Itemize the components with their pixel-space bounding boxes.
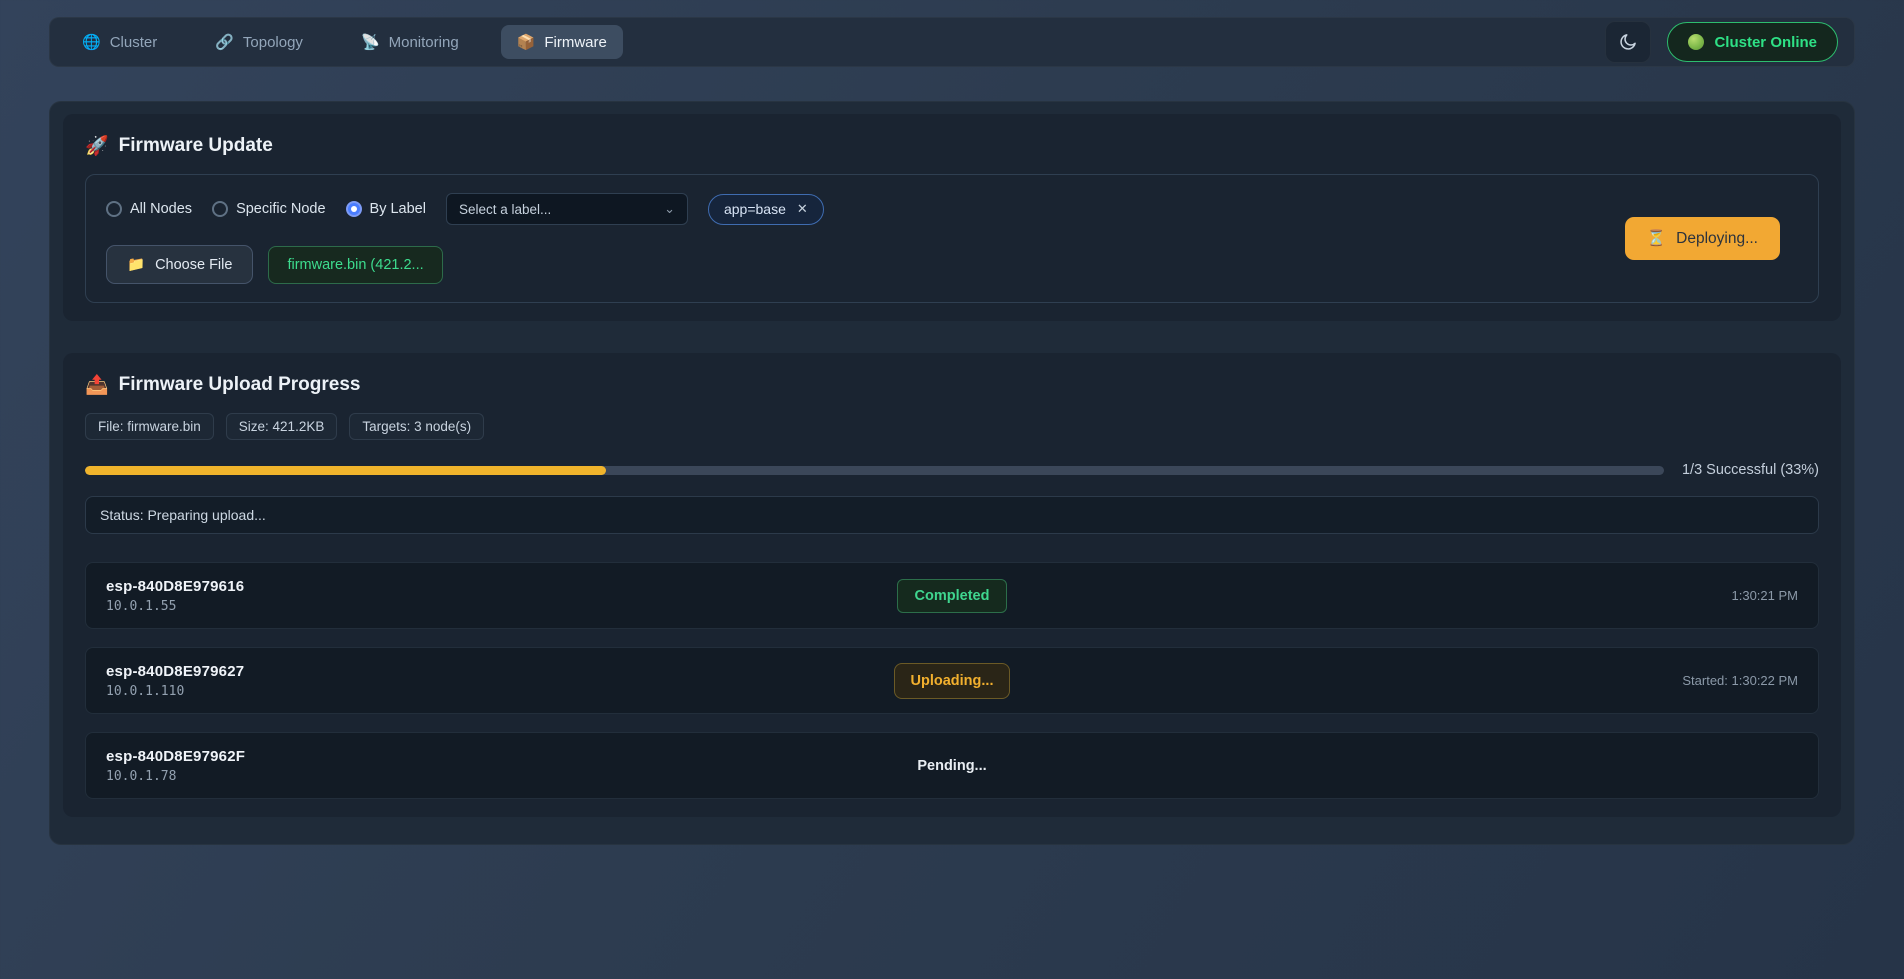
theme-toggle-button[interactable]: [1605, 21, 1651, 63]
globe-icon: 🌐: [82, 33, 101, 51]
main-content: 🚀 Firmware Update All Nodes Specific Nod…: [49, 101, 1855, 845]
progress-bar-fill: [85, 466, 606, 475]
tab-topology-label: Topology: [243, 34, 303, 51]
node-name: esp-840D8E979627: [106, 663, 894, 680]
progress-bar-track: [85, 466, 1664, 475]
tag-close-icon[interactable]: ✕: [797, 201, 808, 217]
firmware-update-controls: All Nodes Specific Node By Label Select …: [106, 193, 824, 284]
status-message-text: Status: Preparing upload...: [100, 507, 266, 523]
label-select-dropdown[interactable]: Select a label... ⌄: [446, 193, 688, 225]
node-name: esp-840D8E979616: [106, 578, 897, 595]
node-ip: 10.0.1.78: [106, 769, 917, 784]
radio-by-label[interactable]: By Label: [346, 201, 426, 217]
tab-topology[interactable]: 🔗 Topology: [199, 25, 319, 59]
firmware-update-card: 🚀 Firmware Update All Nodes Specific Nod…: [63, 114, 1841, 321]
tab-firmware-label: Firmware: [544, 34, 607, 51]
node-timestamp: Started: 1:30:22 PM: [1682, 673, 1798, 688]
label-tag-text: app=base: [724, 201, 786, 217]
radio-specific-node-label: Specific Node: [236, 201, 325, 217]
tab-firmware[interactable]: 📦 Firmware: [501, 25, 623, 59]
node-list: esp-840D8E979616 10.0.1.55 Completed 1:3…: [85, 562, 1819, 799]
deploy-button-label: Deploying...: [1676, 230, 1758, 248]
file-selection-row: 📁 Choose File firmware.bin (421.2...: [106, 245, 824, 284]
firmware-update-title: 🚀 Firmware Update: [85, 134, 1819, 158]
radio-all-nodes[interactable]: All Nodes: [106, 201, 192, 217]
node-row-1: esp-840D8E979616 10.0.1.55 Completed 1:3…: [85, 562, 1819, 629]
upload-progress-title: 📤 Firmware Upload Progress: [85, 373, 1819, 397]
node-ip: 10.0.1.55: [106, 599, 897, 614]
satellite-icon: 📡: [361, 33, 380, 51]
radio-by-label-circle[interactable]: [346, 201, 362, 217]
outbox-icon: 📤: [85, 373, 109, 397]
file-name-badge: File: firmware.bin: [85, 413, 214, 440]
radio-all-nodes-label: All Nodes: [130, 201, 192, 217]
selected-file-chip: firmware.bin (421.2...: [268, 246, 442, 284]
label-select-value: Select a label...: [459, 202, 551, 217]
cluster-status-badge: Cluster Online: [1667, 22, 1838, 62]
choose-file-button[interactable]: 📁 Choose File: [106, 245, 253, 284]
firmware-update-title-text: Firmware Update: [119, 135, 273, 157]
link-icon: 🔗: [215, 33, 234, 51]
radio-all-nodes-circle[interactable]: [106, 201, 122, 217]
deploy-button[interactable]: ⏳ Deploying...: [1625, 217, 1780, 260]
node-3-identity: esp-840D8E97962F 10.0.1.78: [106, 748, 917, 784]
upload-meta-row: File: firmware.bin Size: 421.2KB Targets…: [85, 413, 1819, 440]
node-status-badge: Uploading...: [894, 663, 1011, 699]
hourglass-icon: ⏳: [1647, 229, 1666, 248]
node-1-identity: esp-840D8E979616 10.0.1.55: [106, 578, 897, 614]
node-ip: 10.0.1.110: [106, 684, 894, 699]
choose-file-label: Choose File: [155, 257, 232, 273]
node-2-identity: esp-840D8E979627 10.0.1.110: [106, 663, 894, 699]
top-navbar: 🌐 Cluster 🔗 Topology 📡 Monitoring 📦 Firm…: [49, 17, 1855, 67]
radio-by-label-label: By Label: [370, 201, 426, 217]
tab-cluster-label: Cluster: [110, 34, 158, 51]
online-dot-icon: [1688, 34, 1704, 50]
node-status-text: Pending...: [917, 758, 986, 774]
chevron-down-icon: ⌄: [664, 201, 675, 217]
radio-specific-node-circle[interactable]: [212, 201, 228, 217]
node-row-3: esp-840D8E97962F 10.0.1.78 Pending...: [85, 732, 1819, 799]
tab-monitoring[interactable]: 📡 Monitoring: [345, 25, 475, 59]
progress-row: 1/3 Successful (33%): [85, 462, 1819, 478]
nav-right-group: Cluster Online: [1605, 21, 1838, 63]
radio-specific-node[interactable]: Specific Node: [212, 201, 325, 217]
file-size-badge: Size: 421.2KB: [226, 413, 338, 440]
status-message-box: Status: Preparing upload...: [85, 496, 1819, 534]
cluster-status-label: Cluster Online: [1714, 34, 1817, 51]
folder-icon: 📁: [127, 256, 145, 273]
node-name: esp-840D8E97962F: [106, 748, 917, 765]
label-tag-chip[interactable]: app=base ✕: [708, 194, 824, 225]
targets-count-badge: Targets: 3 node(s): [349, 413, 484, 440]
upload-progress-title-text: Firmware Upload Progress: [119, 374, 361, 396]
tab-monitoring-label: Monitoring: [389, 34, 459, 51]
progress-label: 1/3 Successful (33%): [1682, 462, 1819, 478]
nav-tabs: 🌐 Cluster 🔗 Topology 📡 Monitoring 📦 Firm…: [66, 25, 623, 59]
package-icon: 📦: [517, 33, 536, 51]
node-status-badge: Completed: [897, 579, 1008, 613]
upload-progress-card: 📤 Firmware Upload Progress File: firmwar…: [63, 353, 1841, 817]
tab-cluster[interactable]: 🌐 Cluster: [66, 25, 173, 59]
rocket-icon: 🚀: [85, 134, 109, 158]
node-timestamp: 1:30:21 PM: [1732, 588, 1799, 603]
node-row-2: esp-840D8E979627 10.0.1.110 Uploading...…: [85, 647, 1819, 714]
moon-icon: [1618, 32, 1638, 52]
target-selection-row: All Nodes Specific Node By Label Select …: [106, 193, 824, 225]
firmware-update-panel: All Nodes Specific Node By Label Select …: [85, 174, 1819, 303]
